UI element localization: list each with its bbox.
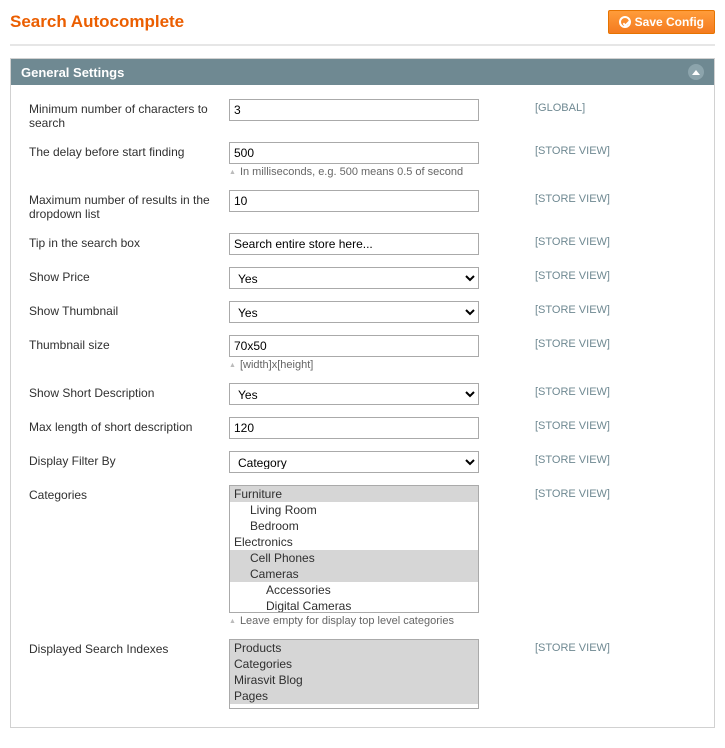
tip-input[interactable] [229,233,479,255]
field-min-chars: Minimum number of characters to search [… [29,99,696,130]
field-label: Display Filter By [29,451,229,468]
index-option[interactable]: Categories [230,656,478,672]
field-tip: Tip in the search box [STORE VIEW] [29,233,696,255]
field-label: Max length of short description [29,417,229,434]
show-thumbnail-select[interactable]: Yes [229,301,479,323]
index-option[interactable]: Pages [230,688,478,704]
scope-label: [STORE VIEW] [509,233,629,248]
scope-label: [STORE VIEW] [509,335,629,350]
field-control: Yes [229,383,509,405]
scope-label: [STORE VIEW] [509,417,629,432]
scope-label: [STORE VIEW] [509,383,629,398]
category-option[interactable]: Bedroom [230,518,478,534]
category-option[interactable]: Furniture [230,486,478,502]
field-categories: Categories FurnitureLiving RoomBedroomEl… [29,485,696,627]
field-hint: [width]x[height] [229,359,509,371]
category-option[interactable]: Accessories [230,582,478,598]
category-option[interactable]: Digital Cameras [230,598,478,613]
field-hint: In milliseconds, e.g. 500 means 0.5 of s… [229,166,509,178]
scope-label: [STORE VIEW] [509,267,629,282]
scope-label: [GLOBAL] [509,99,629,114]
field-control [229,190,509,212]
field-show-price: Show Price Yes [STORE VIEW] [29,267,696,289]
field-label: The delay before start finding [29,142,229,159]
page-title: Search Autocomplete [10,12,184,32]
header-divider [10,44,715,46]
field-label: Minimum number of characters to search [29,99,229,130]
field-control: FurnitureLiving RoomBedroomElectronicsCe… [229,485,509,627]
field-control [229,99,509,121]
collapse-icon[interactable] [688,64,704,80]
category-option[interactable]: Cell Phones [230,550,478,566]
field-control [229,417,509,439]
field-filter-by: Display Filter By Category [STORE VIEW] [29,451,696,473]
field-label: Thumbnail size [29,335,229,352]
field-control: Category [229,451,509,473]
field-show-thumbnail: Show Thumbnail Yes [STORE VIEW] [29,301,696,323]
thumbnail-size-input[interactable] [229,335,479,357]
scope-label: [STORE VIEW] [509,485,629,500]
page-header: Search Autocomplete Save Config [10,10,715,34]
indexes-multiselect[interactable]: ProductsCategoriesMirasvit BlogPages [229,639,479,709]
field-control: [width]x[height] [229,335,509,371]
category-option[interactable]: Cameras [230,566,478,582]
scope-label: [STORE VIEW] [509,639,629,654]
field-label: Categories [29,485,229,502]
min-chars-input[interactable] [229,99,479,121]
panel-title: General Settings [21,65,124,80]
field-max-short-desc: Max length of short description [STORE V… [29,417,696,439]
short-desc-select[interactable]: Yes [229,383,479,405]
show-price-select[interactable]: Yes [229,267,479,289]
scope-label: [STORE VIEW] [509,301,629,316]
field-label: Displayed Search Indexes [29,639,229,656]
index-option[interactable]: Mirasvit Blog [230,672,478,688]
field-control: In milliseconds, e.g. 500 means 0.5 of s… [229,142,509,178]
general-settings-panel: General Settings Minimum number of chara… [10,58,715,728]
field-label: Maximum number of results in the dropdow… [29,190,229,221]
check-circle-icon [619,16,631,28]
category-option[interactable]: Electronics [230,534,478,550]
scope-label: [STORE VIEW] [509,142,629,157]
panel-body: Minimum number of characters to search [… [11,85,714,727]
field-control: Yes [229,301,509,323]
filter-by-select[interactable]: Category [229,451,479,473]
scope-label: [STORE VIEW] [509,190,629,205]
field-label: Show Short Description [29,383,229,400]
field-control: ProductsCategoriesMirasvit BlogPages [229,639,509,709]
index-option[interactable]: Products [230,640,478,656]
field-max-results: Maximum number of results in the dropdow… [29,190,696,221]
field-delay: The delay before start finding In millis… [29,142,696,178]
delay-input[interactable] [229,142,479,164]
field-search-indexes: Displayed Search Indexes ProductsCategor… [29,639,696,709]
field-control: Yes [229,267,509,289]
save-config-label: Save Config [635,15,704,29]
category-option[interactable]: Living Room [230,502,478,518]
max-short-desc-input[interactable] [229,417,479,439]
max-results-input[interactable] [229,190,479,212]
field-hint: Leave empty for display top level catego… [229,615,509,627]
field-label: Show Price [29,267,229,284]
field-thumbnail-size: Thumbnail size [width]x[height] [STORE V… [29,335,696,371]
field-control [229,233,509,255]
field-label: Tip in the search box [29,233,229,250]
save-config-button[interactable]: Save Config [608,10,715,34]
scope-label: [STORE VIEW] [509,451,629,466]
field-label: Show Thumbnail [29,301,229,318]
panel-header[interactable]: General Settings [11,59,714,85]
categories-multiselect[interactable]: FurnitureLiving RoomBedroomElectronicsCe… [229,485,479,613]
field-short-desc: Show Short Description Yes [STORE VIEW] [29,383,696,405]
